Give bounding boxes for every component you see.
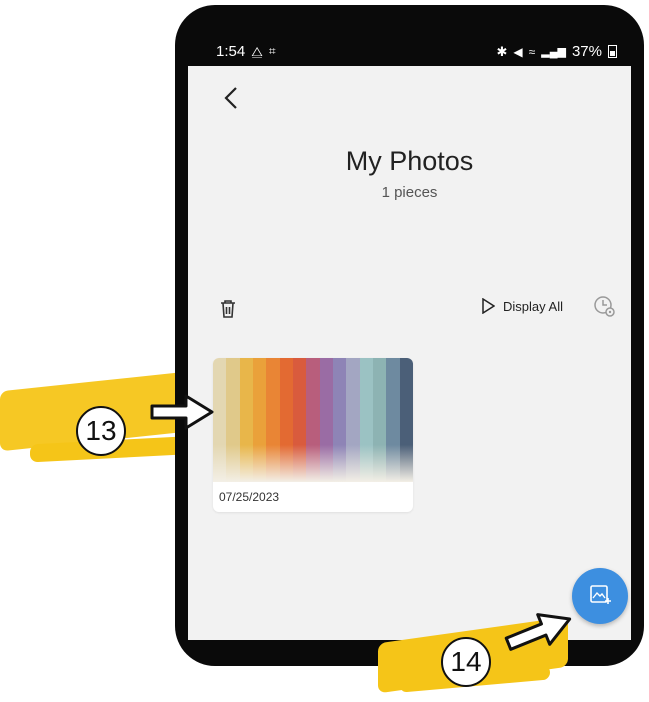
status-time: 1:54 [216,43,246,60]
thumbnail-stripe [306,358,320,482]
arrow-up-right-icon [504,613,572,651]
display-all-button[interactable]: Display All [481,298,563,314]
battery-percent: 37% [571,43,602,60]
photo-thumbnail[interactable] [213,358,413,482]
thumbnail-stripe [346,358,360,482]
signal-icon: ▂▄▆ [541,46,566,58]
navigation-icon: ⧋ [251,43,263,59]
page-title: My Photos [345,146,474,176]
delete-button[interactable] [219,299,237,324]
status-bar: 1:54 ⧋ ⌗ ✱ ◀ ≈ ▂▄▆ 37% [188,38,631,66]
thumbnail-stripe [399,358,413,482]
display-all-label: Display All [503,298,563,314]
clock-settings-icon [594,296,615,317]
thumbnail-stripe [319,358,333,482]
screenshot-icon: ⌗ [268,44,276,58]
thumbnail-stripe [226,358,240,482]
thumbnail-stripe [252,358,267,482]
thumbnail-stripe [292,358,307,482]
bluetooth-icon: ✱ [496,43,508,59]
thumbnail-stripe [332,358,347,482]
back-button[interactable] [222,86,240,116]
page-subtitle: 1 pieces [381,184,438,201]
photo-date: 07/25/2023 [219,490,280,504]
thumbnail-stripe [239,358,253,482]
photo-card[interactable]: 07/25/2023 [213,358,413,512]
app-screen: 1:54 ⧋ ⌗ ✱ ◀ ≈ ▂▄▆ 37% My Photos 1 piece… [188,38,631,640]
timer-settings-button[interactable] [593,295,617,324]
arrow-right-icon [150,394,214,430]
step-badge: 14 [441,637,491,687]
thumbnail-stripe [372,358,387,482]
chevron-left-icon [224,87,237,109]
mute-icon: ◀ [513,44,523,59]
step-badge: 13 [76,406,126,456]
battery-icon [608,45,617,58]
wifi-icon: ≈ [528,44,536,59]
thumbnail-stripe [266,358,280,482]
add-photo-button[interactable] [572,568,628,624]
trash-icon [221,300,235,318]
thumbnail-stripe [359,358,373,482]
thumbnail-stripe [279,358,293,482]
play-icon [482,298,495,314]
add-image-icon [590,585,611,604]
thumbnail-stripe [386,358,400,482]
